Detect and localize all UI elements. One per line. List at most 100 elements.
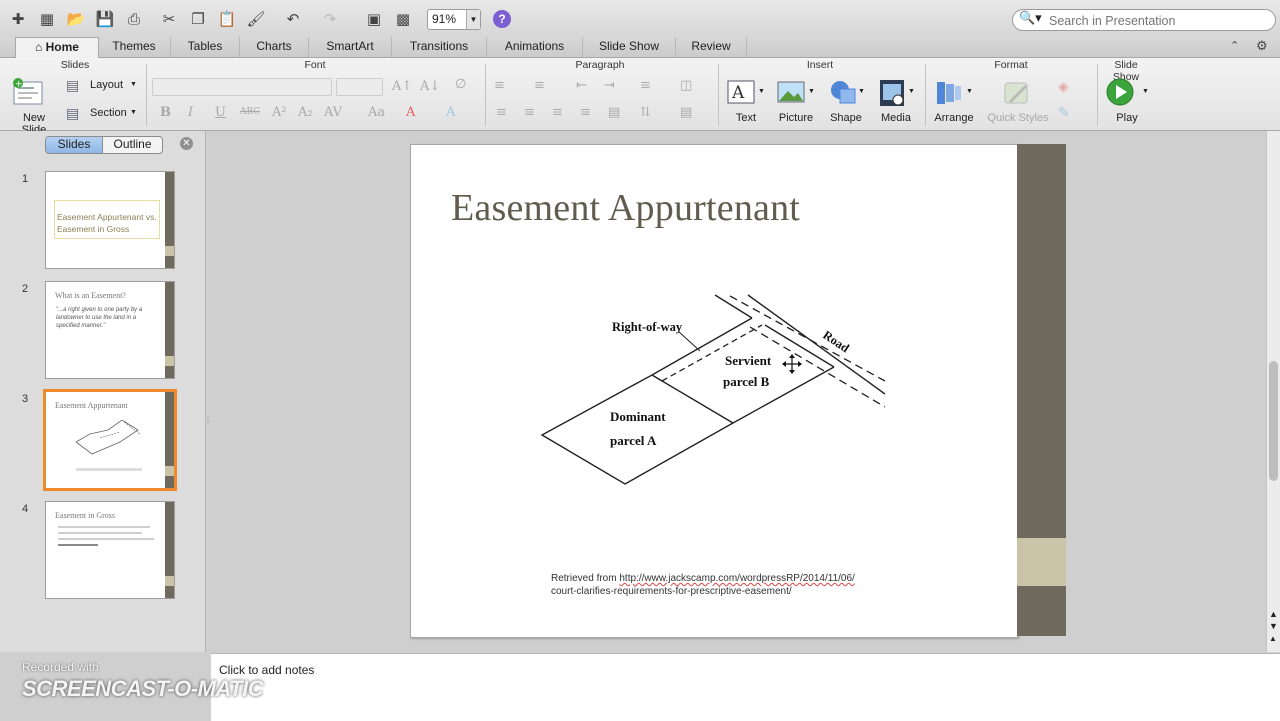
- dominant-label: Dominant: [610, 409, 666, 424]
- line-spacing-icon[interactable]: ≡: [640, 78, 651, 93]
- slide-thumbnail-1[interactable]: Easement Appurtenant vs. Easement in Gro…: [45, 171, 175, 269]
- layout-button[interactable]: ▤ Layout ▼: [66, 77, 140, 95]
- text-direction-icon[interactable]: ⇅: [640, 105, 651, 120]
- font-size-field[interactable]: [336, 78, 383, 96]
- tab-slide-show[interactable]: Slide Show: [583, 37, 676, 57]
- slide-thumbnail-4[interactable]: Easement in Gross: [45, 501, 175, 599]
- group-title-font: Font: [304, 59, 326, 71]
- divider: [485, 64, 486, 126]
- tab-slides[interactable]: Slides: [46, 137, 103, 153]
- arrow-down-icon[interactable]: ▼: [1269, 621, 1278, 631]
- copy-icon[interactable]: ❐: [188, 9, 208, 29]
- cut-icon[interactable]: ✂: [159, 9, 179, 29]
- divider: [146, 64, 147, 126]
- slide-sorter-icon[interactable]: ▩: [393, 9, 413, 29]
- font-name-field[interactable]: [152, 78, 332, 96]
- tab-review[interactable]: Review: [676, 37, 747, 57]
- increase-indent-icon[interactable]: ⇥: [604, 78, 615, 93]
- fill-color-icon[interactable]: ◈: [1058, 78, 1069, 95]
- slide-caption[interactable]: Retrieved from http://www.jackscamp.com/…: [551, 572, 855, 598]
- notes-placeholder[interactable]: Click to add notes: [219, 663, 314, 677]
- format-painter-icon[interactable]: 🖌: [246, 9, 266, 29]
- prev-slide-icon[interactable]: ▲: [1269, 634, 1277, 643]
- zoom-select[interactable]: 91% ▼: [427, 9, 481, 30]
- templates-icon[interactable]: ▦: [37, 9, 57, 29]
- bullets-icon[interactable]: ≡: [494, 78, 505, 93]
- vertical-scrollbar[interactable]: ▲ ▼ ▲: [1266, 131, 1280, 652]
- quick-styles-button[interactable]: Quick Styles: [984, 76, 1052, 126]
- line-color-icon[interactable]: ✎: [1058, 104, 1070, 121]
- slide-thumbnail-2[interactable]: What is an Easement? "...a right given t…: [45, 281, 175, 379]
- align-right-icon[interactable]: ≡: [552, 105, 563, 120]
- subscript-icon[interactable]: A₂: [298, 105, 313, 120]
- group-title-insert: Insert: [806, 59, 834, 71]
- slide-view-icon[interactable]: ▣: [364, 9, 384, 29]
- tab-charts[interactable]: Charts: [240, 37, 309, 57]
- pane-resize-handle[interactable]: ⋮: [204, 415, 212, 424]
- strikethrough-icon[interactable]: ABC: [240, 107, 260, 117]
- tab-tables[interactable]: Tables: [171, 37, 240, 57]
- caption-prefix: Retrieved from: [551, 573, 620, 584]
- tab-outline[interactable]: Outline: [103, 137, 162, 153]
- print-icon[interactable]: ⎙: [124, 9, 144, 29]
- tab-home[interactable]: ⌂ Home: [15, 37, 99, 59]
- collapse-ribbon-icon[interactable]: ⌃: [1230, 39, 1239, 52]
- open-icon[interactable]: 📂: [66, 9, 86, 29]
- home-icon: ⌂: [35, 40, 43, 54]
- paste-icon[interactable]: 📋: [217, 9, 237, 29]
- save-icon[interactable]: 💾: [95, 9, 115, 29]
- arrow-up-icon[interactable]: ▲: [1269, 609, 1278, 619]
- text-box-button[interactable]: A ▼ Text: [724, 76, 768, 126]
- tab-animations[interactable]: Animations: [487, 37, 583, 57]
- align-center-icon[interactable]: ≡: [524, 105, 535, 120]
- shrink-font-icon[interactable]: A↓: [420, 79, 440, 94]
- search-box[interactable]: 🔍▾: [1012, 9, 1276, 31]
- thumb-text-line: [58, 526, 150, 528]
- notes-pane[interactable]: [211, 653, 1280, 721]
- character-spacing-icon[interactable]: AV: [324, 105, 342, 120]
- slide-title[interactable]: Easement Appurtenant: [451, 186, 800, 230]
- decrease-indent-icon[interactable]: ⇤: [576, 78, 587, 93]
- distribute-icon[interactable]: ▤: [608, 105, 620, 120]
- section-button[interactable]: ▤ Section ▼: [66, 105, 140, 123]
- picture-button[interactable]: ▼ Picture: [772, 76, 820, 126]
- shape-button[interactable]: ▼ Shape: [824, 76, 868, 126]
- new-presentation-icon[interactable]: ✚: [8, 9, 28, 29]
- grow-font-icon[interactable]: A↑: [392, 79, 412, 94]
- columns-icon[interactable]: ◫: [680, 78, 692, 93]
- gear-icon[interactable]: ⚙: [1256, 38, 1268, 54]
- ribbon-home: Slides Font Paragraph Insert Format Slid…: [0, 58, 1280, 136]
- search-input[interactable]: [1047, 12, 1271, 29]
- clear-format-icon[interactable]: ∅: [455, 77, 466, 92]
- close-icon[interactable]: ✕: [180, 137, 193, 150]
- divider: [718, 64, 719, 126]
- justify-icon[interactable]: ≡: [580, 105, 591, 120]
- slide-number: 3: [22, 393, 29, 405]
- text-effects-icon[interactable]: A: [446, 105, 455, 120]
- caption-link[interactable]: http://www.jackscamp.com/wordpressRP/201…: [619, 573, 854, 584]
- italic-icon[interactable]: I: [188, 105, 193, 120]
- new-slide-button[interactable]: + New Slide: [10, 76, 58, 136]
- redo-icon[interactable]: ↷: [320, 9, 340, 29]
- tab-smartart[interactable]: SmartArt: [309, 37, 392, 57]
- change-case-icon[interactable]: Aa: [368, 105, 385, 120]
- undo-icon[interactable]: ↶: [283, 9, 303, 29]
- align-text-icon[interactable]: ▤: [680, 105, 692, 120]
- caption-line-2: court-clarifies-requirements-for-prescri…: [551, 586, 792, 597]
- media-label: Media: [881, 112, 911, 124]
- media-button[interactable]: ▼ Media: [874, 76, 918, 126]
- slide-thumbnail-3[interactable]: Easement Appurtenant: [43, 389, 177, 491]
- help-button[interactable]: ?: [493, 10, 511, 28]
- arrange-button[interactable]: ▼ Arrange: [930, 76, 978, 126]
- tab-themes[interactable]: Themes: [98, 37, 171, 57]
- bold-icon[interactable]: B: [160, 105, 171, 120]
- easement-diagram[interactable]: Right-of-way Servient parcel B Dominant …: [530, 285, 900, 500]
- superscript-icon[interactable]: A²: [272, 105, 287, 120]
- underline-icon[interactable]: U: [215, 105, 226, 120]
- align-left-icon[interactable]: ≡: [496, 105, 507, 120]
- font-color-icon[interactable]: A: [406, 105, 415, 120]
- numbering-icon[interactable]: ≡: [534, 78, 545, 93]
- tab-transitions[interactable]: Transitions: [392, 37, 487, 57]
- scrollbar-thumb[interactable]: [1269, 361, 1278, 481]
- play-button[interactable]: ▼ Play: [1104, 76, 1150, 126]
